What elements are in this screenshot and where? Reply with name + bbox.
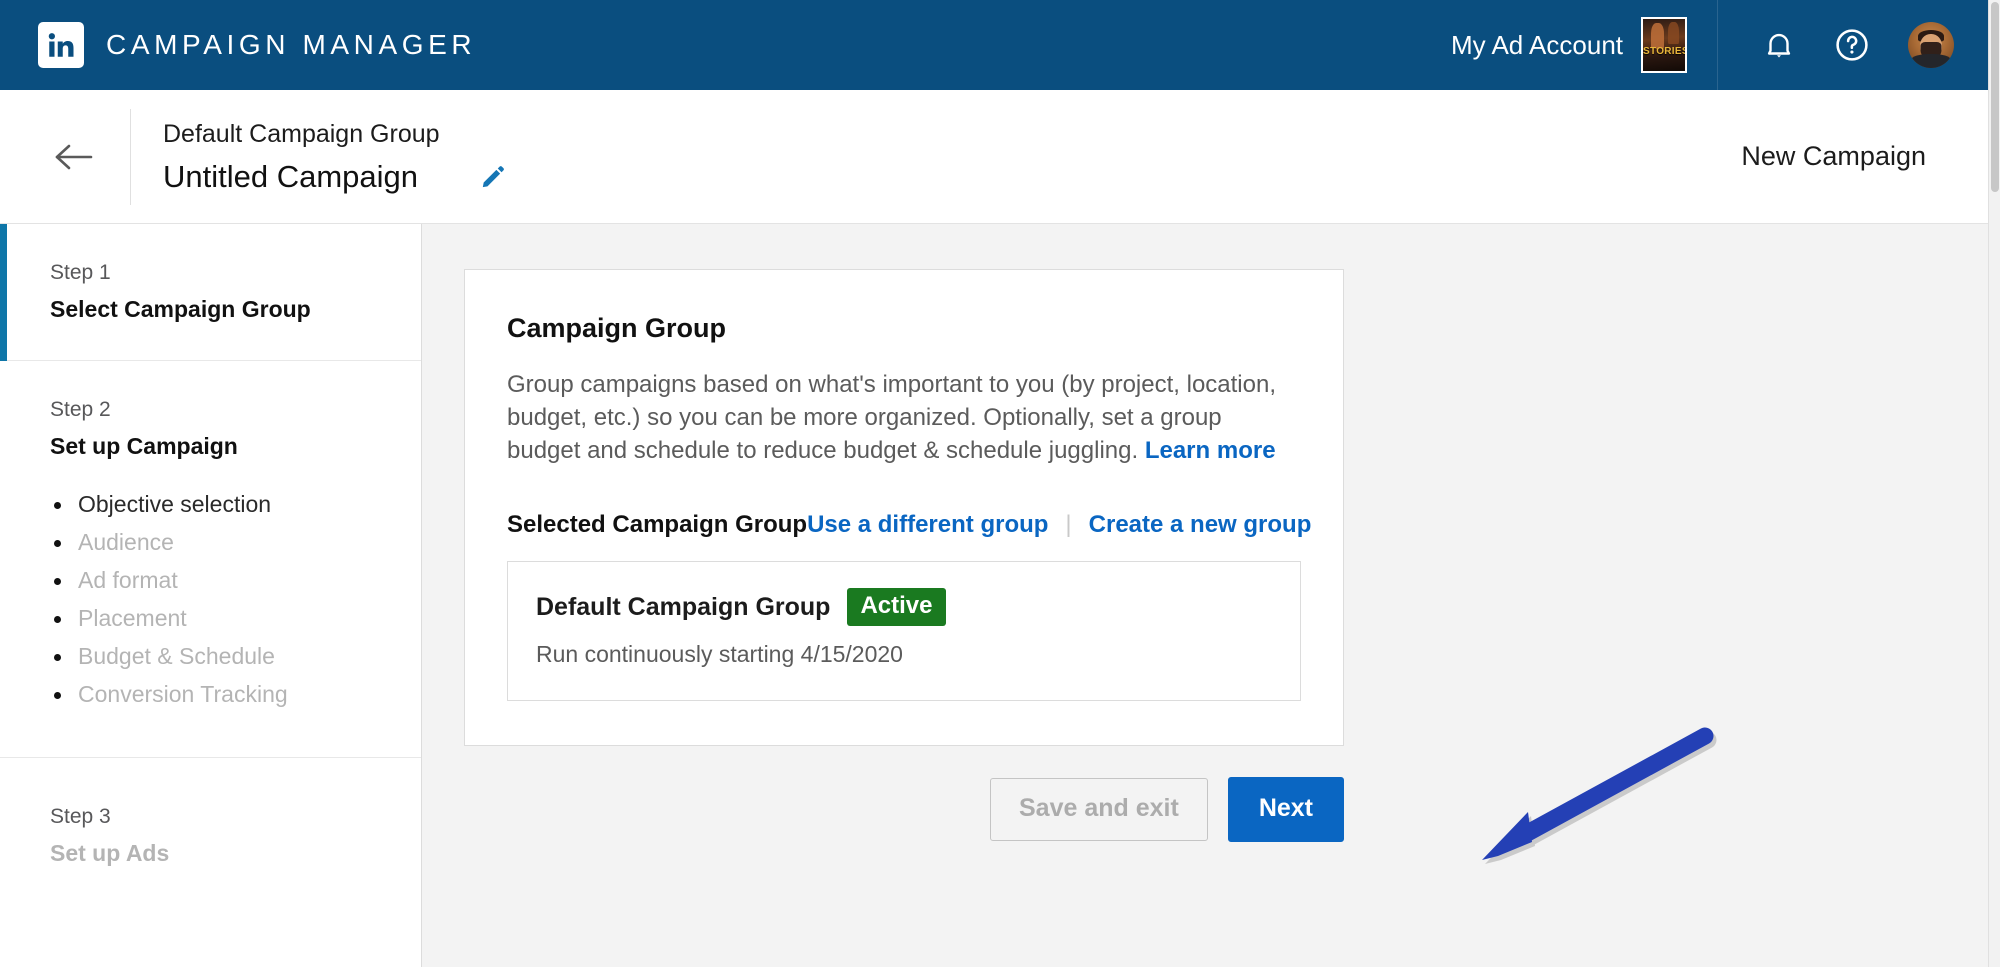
selected-group-schedule: Run continuously starting 4/15/2020 <box>536 641 903 667</box>
save-and-exit-button[interactable]: Save and exit <box>990 778 1208 841</box>
create-a-new-group-link[interactable]: Create a new group <box>1089 511 1312 539</box>
page-body: Step 1 Select Campaign Group Step 2 Set … <box>0 224 1988 967</box>
use-a-different-group-link[interactable]: Use a different group <box>807 511 1048 539</box>
sidebar-step-3[interactable]: Step 3 Set up Ads <box>0 758 421 904</box>
sidebar-item-placement[interactable]: Placement <box>50 599 421 637</box>
back-arrow-icon[interactable] <box>50 140 98 174</box>
brand-title: CAMPAIGN MANAGER <box>106 29 477 60</box>
linkedin-logo-icon <box>38 22 84 68</box>
status-badge: Active <box>847 588 946 626</box>
title-divider <box>130 108 131 205</box>
question-circle-icon[interactable] <box>1834 27 1870 63</box>
step-3-title: Set up Ads <box>50 840 170 866</box>
selected-campaign-group-label: Selected Campaign Group <box>507 511 808 538</box>
sidebar-item-ad-format[interactable]: Ad format <box>50 561 421 599</box>
card-description: Group campaigns based on what's importan… <box>507 368 1297 467</box>
pencil-edit-icon[interactable] <box>480 164 506 190</box>
page-scrollbar-thumb[interactable] <box>1991 2 1999 192</box>
step-1-title: Select Campaign Group <box>50 296 311 322</box>
sidebar-step-1[interactable]: Step 1 Select Campaign Group <box>0 224 421 361</box>
pointer-arrow-icon <box>1482 727 1717 864</box>
selected-campaign-group-row: Selected Campaign Group Use a different … <box>507 511 1311 539</box>
sidebar-step-2[interactable]: Step 2 Set up Campaign Objective selecti… <box>0 361 421 758</box>
steps-sidebar: Step 1 Select Campaign Group Step 2 Set … <box>0 224 422 967</box>
user-avatar[interactable] <box>1908 22 1954 68</box>
ad-account-thumbnail: STORIES <box>1641 17 1687 73</box>
step-1-label: Step 1 <box>50 261 111 284</box>
sidebar-item-audience[interactable]: Audience <box>50 523 421 561</box>
campaign-name-row: Untitled Campaign <box>163 157 506 197</box>
top-navigation-bar: CAMPAIGN MANAGER My Ad Account STORIES <box>0 0 1988 90</box>
sidebar-item-budget-schedule[interactable]: Budget & Schedule <box>50 637 421 675</box>
brand-block[interactable]: CAMPAIGN MANAGER <box>38 0 476 90</box>
selected-group-header: Default Campaign Group Active <box>536 588 1272 626</box>
new-campaign-label: New Campaign <box>1741 141 1926 171</box>
sidebar-item-objective-selection[interactable]: Objective selection <box>50 485 421 523</box>
step-3-label: Step 3 <box>50 805 111 828</box>
campaign-title-bar: Default Campaign Group Untitled Campaign… <box>0 90 1988 224</box>
campaign-group-card: Campaign Group Group campaigns based on … <box>464 269 1344 746</box>
selected-group-name: Default Campaign Group <box>536 592 831 621</box>
selected-group-panel[interactable]: Default Campaign Group Active Run contin… <box>507 561 1301 701</box>
ad-account-thumbnail-label: STORIES <box>1643 46 1687 57</box>
sidebar-item-conversion-tracking[interactable]: Conversion Tracking <box>50 675 421 713</box>
ad-account-switcher[interactable]: My Ad Account STORIES <box>1451 0 1718 90</box>
next-button[interactable]: Next <box>1227 777 1344 842</box>
footer-button-row: Save and exit Next <box>464 777 1344 842</box>
step-2-label: Step 2 <box>50 398 111 421</box>
topbar-icons <box>1718 22 1988 68</box>
step-2-substeps: Objective selection Audience Ad format P… <box>50 485 421 713</box>
card-title: Campaign Group <box>507 313 727 343</box>
bell-icon[interactable] <box>1762 28 1796 62</box>
title-texts: Default Campaign Group Untitled Campaign <box>163 117 506 197</box>
page-scrollbar[interactable] <box>1988 0 2000 967</box>
ad-account-name: My Ad Account <box>1451 29 1623 60</box>
step-2-title: Set up Campaign <box>50 433 238 459</box>
page-title: Untitled Campaign <box>163 158 419 194</box>
topbar-right-cluster: My Ad Account STORIES <box>1451 0 1988 90</box>
main-content: Campaign Group Group campaigns based on … <box>422 224 1988 967</box>
link-separator: | <box>1065 511 1072 538</box>
breadcrumb-campaign-group: Default Campaign Group <box>163 119 440 148</box>
learn-more-link[interactable]: Learn more <box>1145 437 1276 464</box>
